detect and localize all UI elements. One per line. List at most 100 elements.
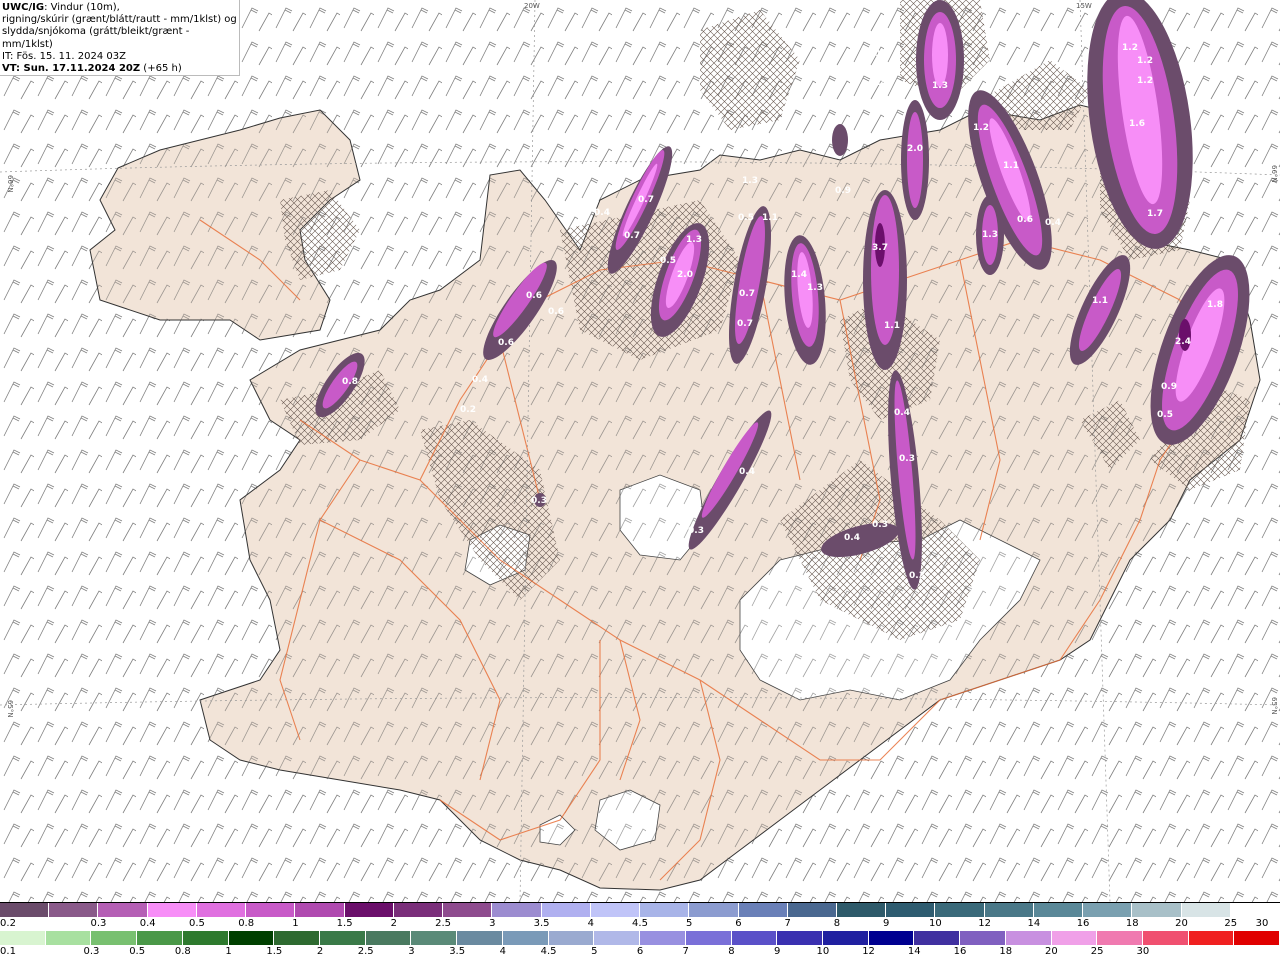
legend-label: 4.5 (632, 918, 648, 929)
legend-swatch (49, 903, 99, 917)
legend-label: 9 (773, 946, 781, 957)
precip-label: 0.8 (342, 377, 358, 387)
precip-label: 0.4 (1045, 218, 1061, 228)
legend-label: 4 (587, 918, 594, 929)
legend-label: 4 (499, 946, 507, 957)
legend-swatch (246, 903, 296, 917)
legend-label: 30 (1136, 946, 1150, 957)
legend-swatch (1234, 931, 1280, 945)
legend-swatch (777, 931, 823, 945)
legend-label: 12 (862, 946, 875, 957)
precip-label: 0.4 (472, 375, 488, 385)
legend-label: 0.5 (188, 918, 205, 929)
legend-label: 2.5 (357, 946, 374, 957)
precip-label: 1.3 (742, 176, 758, 186)
legend-label: 14 (1027, 918, 1041, 929)
precip-label: 1.1 (1003, 161, 1019, 171)
legend-swatch (91, 931, 138, 945)
legend-label: 5 (686, 918, 693, 929)
legend-label: 6 (735, 918, 742, 929)
snow-legend-labels: 0.2 0.3 0.4 0.5 0.8 1 1.5 2 2.5 3 3.5 4 4.5 5 6 7 8 9 10 12… (0, 918, 1280, 930)
legend-label: 10 (929, 918, 942, 929)
header-line2: rigning/skúrir (grænt/blátt/rautt - mm/1… (2, 14, 237, 26)
legend-label: 7 (784, 918, 791, 929)
legend-swatch (1005, 931, 1052, 945)
precip-label: 1.8 (1207, 300, 1223, 310)
precip-label: 0.2 (460, 405, 476, 415)
header-line1: : Vindur (10m), (44, 2, 120, 13)
legend-swatch (457, 931, 503, 945)
precip-label: 0.5 (738, 213, 754, 223)
issue-time: IT: Fös. 15. 11. 2024 03Z (2, 50, 126, 62)
legend-swatch (98, 903, 148, 917)
precip-label: 0.4 (594, 208, 610, 218)
precip-label: 1.6 (1129, 119, 1145, 129)
legend-label: 2 (390, 918, 398, 929)
precip-label: 0.3 (872, 520, 888, 530)
legend-swatch (344, 903, 394, 917)
legend-swatch (731, 931, 778, 945)
legend-swatch (502, 931, 549, 945)
precip-label: 0.7 (737, 319, 753, 329)
precip-label: 0.9 (1161, 382, 1177, 392)
legend-label: 5 (591, 946, 598, 957)
legend-label: 16 (1076, 918, 1090, 929)
precip-label: 0.3 (688, 526, 704, 536)
legend-swatch (640, 903, 690, 917)
precip-label: 0.4 (871, 78, 887, 88)
legend-label: 3 (408, 946, 415, 957)
legend-label: 3.5 (533, 918, 550, 929)
legend-label: 18 (1125, 918, 1139, 929)
legend-label: 4.5 (540, 946, 557, 957)
precip-label: 0.9 (835, 186, 851, 196)
precip-label: 0.7 (638, 195, 654, 205)
legend-label: 20 (1175, 918, 1188, 929)
legend-swatch (1230, 903, 1280, 917)
precip-label: 0.7 (624, 231, 640, 241)
legend-label: 0.4 (139, 918, 156, 929)
precip-label: 3.7 (872, 243, 888, 253)
precip-label: 0.5 (660, 256, 676, 266)
precip-label: 0.6 (526, 291, 542, 301)
legend-swatch (196, 903, 247, 917)
legend-swatch (935, 903, 985, 917)
legend-label: 3.5 (449, 946, 466, 957)
legend-swatch (1188, 931, 1235, 945)
precip-label: 0.6 (498, 338, 514, 348)
precip-label: 0.3 (874, 49, 890, 59)
rain-legend-labels: 0.1 0.3 0.5 0.8 1 1.5 2 2.5 3 3.5 4 4.5 5 6 7 8 9 10 12 14 1… (0, 946, 1280, 958)
precip-label: 0.4 (739, 467, 755, 477)
legend-label: 0.5 (129, 946, 146, 957)
legend-swatch (960, 931, 1006, 945)
legend-swatch (182, 931, 229, 945)
legend-label: 2.5 (435, 918, 452, 929)
legend-swatch (147, 903, 197, 917)
legend-swatch (685, 931, 732, 945)
lon-15w-label: 15W (1076, 2, 1092, 10)
legend-swatch (594, 931, 641, 945)
legend-swatch (548, 931, 595, 945)
legend-swatch (868, 931, 915, 945)
precip-label: 0.5 (1157, 410, 1173, 420)
precip-label: 1.3 (686, 235, 702, 245)
legend-label: 25 (1224, 918, 1238, 929)
legend-label: 20 (1045, 946, 1058, 957)
legend-label: 10 (816, 946, 830, 957)
legend-swatch (1181, 903, 1231, 917)
legend-swatch (1051, 931, 1098, 945)
header-line3: slydda/snjókoma (grátt/bleikt/grænt - mm… (2, 26, 190, 50)
precip-label: 0.6 (548, 307, 564, 317)
weather-map[interactable]: 0.8 0.6 0.6 0.4 0.6 0.2 0.4 0.7 0.7 0.5 … (0, 0, 1280, 902)
precip-label: 0.4 (894, 408, 910, 418)
legend-swatch (914, 931, 961, 945)
legend-swatch (822, 931, 869, 945)
legend-swatch (738, 903, 788, 917)
legend-label: 14 (907, 946, 921, 957)
legend-label: 12 (978, 918, 991, 929)
legend-label: 0.1 (0, 946, 16, 957)
legend-swatch (443, 903, 493, 917)
precip-label: 1.1 (1092, 296, 1108, 306)
precip-label: 1.3 (932, 81, 948, 91)
precip-label: 1.2 (1137, 56, 1153, 66)
legend-label: 1 (225, 946, 232, 957)
